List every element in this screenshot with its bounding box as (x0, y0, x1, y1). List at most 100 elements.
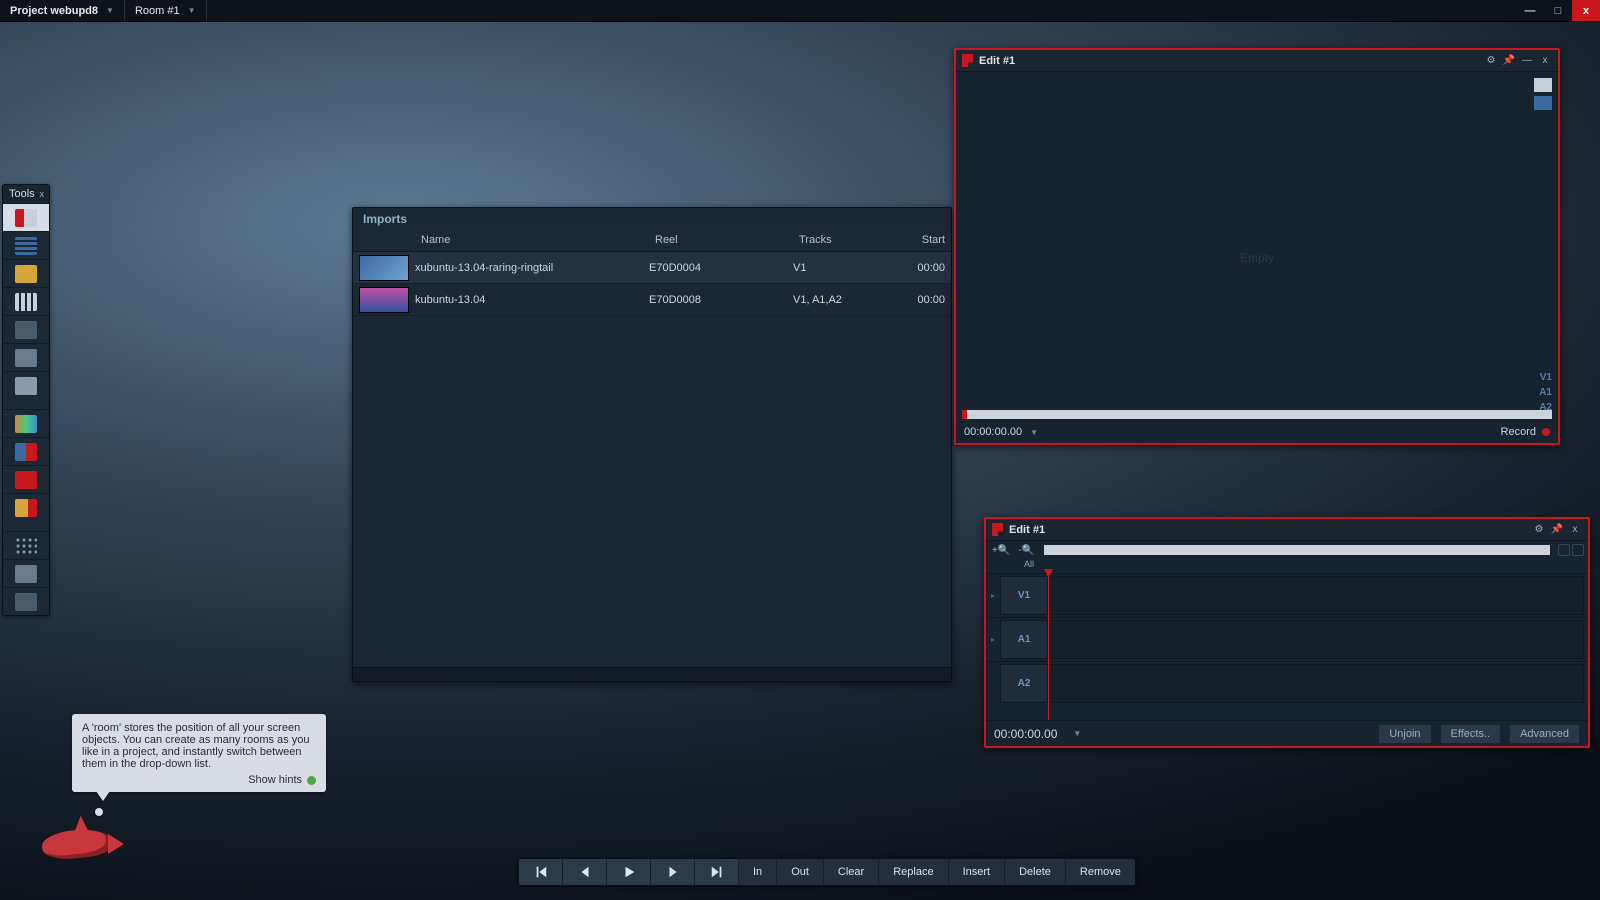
col-tracks[interactable]: Tracks (793, 234, 913, 246)
track-label[interactable]: A1 (1000, 620, 1048, 659)
shark-mascot[interactable] (38, 816, 118, 862)
replace-button[interactable]: Replace (879, 859, 948, 885)
imports-scrollbar[interactable] (353, 667, 951, 681)
zoom-out-icon[interactable]: -🔍 (1016, 545, 1036, 556)
close-icon[interactable]: x (1568, 523, 1582, 537)
edit-timeline-panel: Edit #1 ⚙ 📌 x +🔍 -🔍 All ▸ V1 ▸ A1 (984, 517, 1590, 748)
close-icon[interactable]: x (1538, 54, 1552, 68)
show-hints-label[interactable]: Show hints (248, 774, 302, 786)
project-menu[interactable]: Project webupd8 ▼ (0, 0, 125, 21)
viewer-track-labels: V1 A1 A2 (1539, 370, 1552, 415)
expand-icon[interactable] (986, 662, 1000, 705)
track-label[interactable]: V1 (1000, 576, 1048, 615)
col-reel[interactable]: Reel (649, 234, 793, 246)
disk-icon (15, 377, 37, 395)
col-start[interactable]: Start (913, 234, 951, 246)
track-label[interactable]: A2 (1000, 664, 1048, 703)
go-start-button[interactable] (519, 859, 563, 885)
tool-separator (3, 399, 49, 409)
maximize-button[interactable]: □ (1544, 0, 1572, 21)
record-icon[interactable] (1542, 428, 1550, 436)
remove-button[interactable]: Remove (1066, 859, 1135, 885)
gear-icon[interactable]: ⚙ (1484, 54, 1498, 68)
disk-tool[interactable] (3, 371, 49, 399)
output-tool[interactable] (3, 343, 49, 371)
grid-icon (15, 293, 37, 311)
cell-tracks: V1, A1,A2 (793, 294, 913, 306)
track-lane[interactable] (1048, 664, 1584, 703)
minimize-icon[interactable]: — (1520, 54, 1534, 68)
viewer-body[interactable]: Empty V1 A1 A2 00:00:00.00 ▼ Record (956, 72, 1558, 443)
tools-title-bar[interactable]: Tools x (3, 185, 49, 203)
loop-start-icon[interactable] (1558, 544, 1570, 556)
play-button[interactable] (607, 859, 651, 885)
zoom-in-icon[interactable]: +🔍 (990, 545, 1012, 556)
expand-icon[interactable]: ▸ (986, 574, 1000, 617)
timeline-timecode[interactable]: 00:00:00.00 (994, 727, 1057, 741)
grid-tool[interactable] (3, 287, 49, 315)
cell-name: kubuntu-13.04 (415, 294, 649, 306)
storage-icon (15, 321, 37, 339)
col-name[interactable]: Name (415, 234, 649, 246)
imports-row[interactable]: xubuntu-13.04-raring-ringtail E70D0004 V… (353, 252, 951, 284)
cut-tool[interactable] (3, 465, 49, 493)
effects-button[interactable]: Effects.. (1440, 724, 1502, 744)
keypad-tool[interactable] (3, 437, 49, 465)
folder-tool[interactable] (3, 259, 49, 287)
imports-row[interactable]: kubuntu-13.04 E70D0008 V1, A1,A2 00:00 (353, 284, 951, 316)
close-button[interactable]: x (1572, 0, 1600, 21)
scopes-tool[interactable] (3, 409, 49, 437)
track-lane[interactable] (1048, 620, 1584, 659)
imports-column-header: Name Reel Tracks Start (353, 228, 951, 252)
bubble-dot (95, 808, 103, 816)
list-icon[interactable] (1534, 96, 1552, 110)
chevron-down-icon[interactable]: ▼ (1073, 729, 1081, 738)
users-tool[interactable] (3, 559, 49, 587)
step-back-button[interactable] (563, 859, 607, 885)
advanced-button[interactable]: Advanced (1509, 724, 1580, 744)
playhead-marker[interactable] (962, 410, 967, 419)
step-forward-button[interactable] (651, 859, 695, 885)
cell-reel: E70D0008 (649, 294, 793, 306)
clear-button[interactable]: Clear (824, 859, 879, 885)
viewer-timecode[interactable]: 00:00:00.00 (964, 426, 1022, 438)
chevron-down-icon[interactable]: ▼ (1030, 428, 1038, 437)
go-end-button[interactable] (695, 859, 739, 885)
viewer-scrub-bar[interactable] (962, 410, 1552, 419)
tools-title-label: Tools (9, 188, 35, 200)
gear-icon[interactable]: ⚙ (1532, 523, 1546, 537)
display-tool[interactable] (3, 587, 49, 615)
close-icon[interactable]: x (40, 189, 45, 199)
delete-button[interactable]: Delete (1005, 859, 1066, 885)
unjoin-button[interactable]: Unjoin (1378, 724, 1431, 744)
apps-tool[interactable] (3, 531, 49, 559)
minimize-button[interactable]: — (1516, 0, 1544, 21)
chevron-down-icon: ▼ (106, 6, 114, 15)
scopes-icon (15, 415, 37, 433)
hint-toggle-icon[interactable] (307, 776, 316, 785)
timeline-track: A2 (986, 661, 1588, 705)
insert-button[interactable]: Insert (949, 859, 1006, 885)
room-menu[interactable]: Room #1 ▼ (125, 0, 207, 21)
pin-icon[interactable]: 📌 (1502, 54, 1516, 68)
all-tracks-label[interactable]: All (986, 559, 1588, 573)
viewer-status-bar: 00:00:00.00 ▼ Record (956, 421, 1558, 443)
timeline-body: +🔍 -🔍 All ▸ V1 ▸ A1 A2 (986, 541, 1588, 746)
export-tool[interactable] (3, 493, 49, 521)
pin-icon[interactable]: 📌 (1550, 523, 1564, 537)
record-label[interactable]: Record (1501, 426, 1536, 438)
playhead[interactable] (1048, 573, 1049, 720)
loop-end-icon[interactable] (1572, 544, 1584, 556)
mark-in-button[interactable]: In (739, 859, 777, 885)
import-tool[interactable] (3, 203, 49, 231)
edit-timeline-header[interactable]: Edit #1 ⚙ 📌 x (986, 519, 1588, 541)
folder-icon[interactable] (1534, 78, 1552, 92)
mark-out-button[interactable]: Out (777, 859, 824, 885)
timeline-ruler[interactable] (1044, 545, 1550, 555)
track-lane[interactable] (1048, 576, 1584, 615)
storage-tool[interactable] (3, 315, 49, 343)
bins-tool[interactable] (3, 231, 49, 259)
expand-icon[interactable]: ▸ (986, 618, 1000, 661)
apps-icon (15, 537, 37, 555)
edit-viewer-header[interactable]: Edit #1 ⚙ 📌 — x (956, 50, 1558, 72)
